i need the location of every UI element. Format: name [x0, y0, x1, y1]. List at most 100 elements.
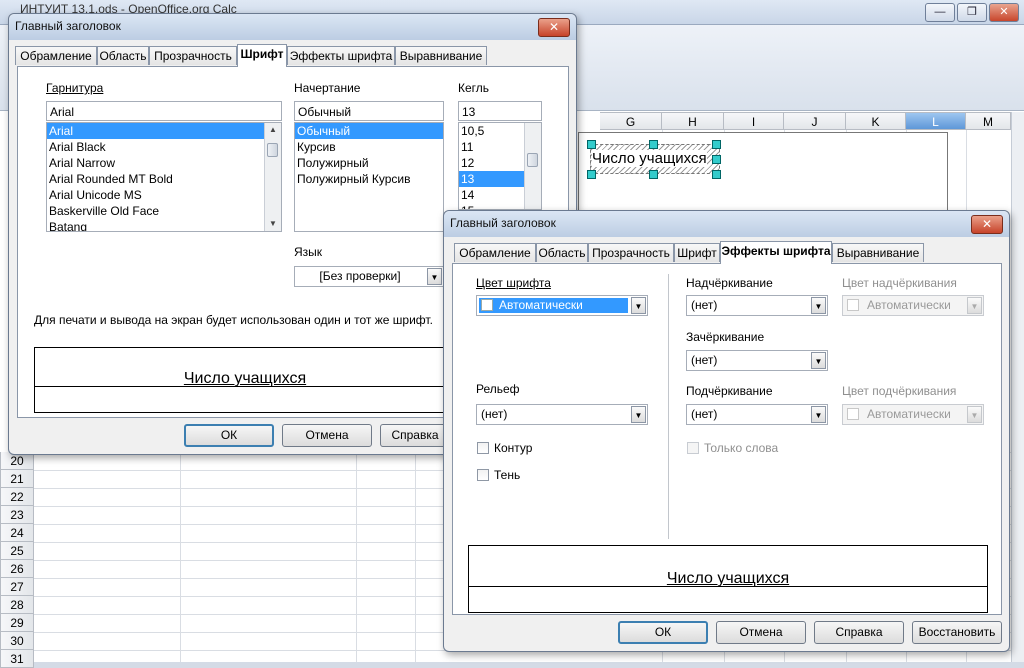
underline-label: Подчёркивание: [686, 384, 773, 398]
cancel-button[interactable]: Отмена: [716, 621, 806, 644]
list-item[interactable]: Baskerville Old Face: [47, 203, 281, 219]
row-header[interactable]: 25: [0, 542, 34, 560]
chart-title: Число учащихся: [592, 150, 707, 167]
family-list[interactable]: Arial Arial Black Arial Narrow Arial Rou…: [46, 122, 282, 232]
row-header[interactable]: 22: [0, 488, 34, 506]
list-item[interactable]: Arial Unicode MS: [47, 187, 281, 203]
chevron-down-icon[interactable]: ▼: [811, 352, 826, 369]
size-scrollbar[interactable]: [524, 123, 541, 209]
tab-transparency[interactable]: Прозрачность: [149, 46, 237, 65]
column-header[interactable]: H: [662, 112, 724, 130]
row-header[interactable]: 27: [0, 578, 34, 596]
list-item[interactable]: Полужирный: [295, 155, 443, 171]
column-header[interactable]: L: [906, 112, 966, 130]
list-item[interactable]: Полужирный Курсив: [295, 171, 443, 187]
column-header[interactable]: J: [784, 112, 846, 130]
tab-font[interactable]: Шрифт: [237, 44, 287, 67]
maximize-button[interactable]: ❐: [957, 3, 987, 22]
strike-select[interactable]: (нет) ▼: [686, 350, 828, 371]
tab-area[interactable]: Область: [536, 243, 588, 262]
relief-label: Рельеф: [476, 382, 520, 396]
row-header[interactable]: 29: [0, 614, 34, 632]
underline-color-select[interactable]: Автоматически ▼: [842, 404, 984, 425]
list-item[interactable]: Arial: [47, 123, 281, 139]
tab-alignment[interactable]: Выравнивание: [832, 243, 924, 262]
chevron-down-icon[interactable]: ▼: [967, 297, 982, 314]
row-header[interactable]: 26: [0, 560, 34, 578]
tab-font-effects[interactable]: Эффекты шрифта: [287, 46, 395, 65]
overline-color-select[interactable]: Автоматически ▼: [842, 295, 984, 316]
app-close-button[interactable]: ✕: [989, 3, 1019, 22]
help-button[interactable]: Справка: [380, 424, 450, 447]
column-header[interactable]: I: [724, 112, 784, 130]
column-header[interactable]: K: [846, 112, 906, 130]
row-header[interactable]: 28: [0, 596, 34, 614]
dialog-close-button[interactable]: ✕: [971, 215, 1003, 234]
language-select[interactable]: [Без проверки] ▼: [294, 266, 444, 287]
overline-value: (нет): [691, 298, 718, 312]
list-item[interactable]: Arial Rounded MT Bold: [47, 171, 281, 187]
row-header[interactable]: 21: [0, 470, 34, 488]
color-swatch-icon: [481, 299, 493, 311]
list-item[interactable]: Arial Narrow: [47, 155, 281, 171]
chevron-down-icon[interactable]: ▼: [967, 406, 982, 423]
family-scrollbar[interactable]: ▲ ▼: [264, 123, 281, 231]
minimize-button[interactable]: —: [925, 3, 955, 22]
size-input[interactable]: 13: [458, 101, 542, 121]
cancel-button[interactable]: Отмена: [282, 424, 372, 447]
help-button[interactable]: Справка: [814, 621, 904, 644]
style-label: Начертание: [294, 81, 361, 95]
relief-select[interactable]: (нет) ▼: [476, 404, 648, 425]
font-info-text: Для печати и вывода на экран будет испол…: [34, 313, 433, 327]
list-item[interactable]: Batang: [47, 219, 281, 231]
font-color-select[interactable]: Автоматически ▼: [476, 295, 648, 316]
ok-button[interactable]: ОК: [618, 621, 708, 644]
reset-button[interactable]: Восстановить: [912, 621, 1002, 644]
overline-select[interactable]: (нет) ▼: [686, 295, 828, 316]
font-preview: Число учащихся: [34, 347, 456, 413]
underline-select[interactable]: (нет) ▼: [686, 404, 828, 425]
language-label: Язык: [294, 245, 323, 259]
tab-font-effects[interactable]: Эффекты шрифта: [720, 241, 832, 264]
ok-button[interactable]: ОК: [184, 424, 274, 447]
column-header[interactable]: M: [966, 112, 1011, 130]
list-item[interactable]: Arial Black: [47, 139, 281, 155]
sheet-vertical-scrollbar[interactable]: [1011, 112, 1024, 662]
chevron-down-icon[interactable]: ▼: [811, 406, 826, 423]
language-value: [Без проверки]: [319, 269, 401, 283]
scroll-down-icon[interactable]: ▼: [265, 217, 281, 231]
tab-borders[interactable]: Обрамление: [454, 243, 536, 262]
size-list[interactable]: 10,5 11 12 13 14 15: [458, 122, 542, 210]
chevron-down-icon[interactable]: ▼: [631, 297, 646, 314]
row-header[interactable]: 30: [0, 632, 34, 650]
chevron-down-icon[interactable]: ▼: [811, 297, 826, 314]
dialog-close-button[interactable]: ✕: [538, 18, 570, 37]
dialog-title: Главный заголовок: [450, 216, 556, 230]
scroll-thumb[interactable]: [267, 143, 278, 157]
family-input[interactable]: Arial: [46, 101, 282, 121]
list-item[interactable]: 13: [459, 171, 525, 187]
color-swatch-icon: [847, 299, 859, 311]
style-list[interactable]: Обычный Курсив Полужирный Полужирный Кур…: [294, 122, 444, 232]
style-input[interactable]: Обычный: [294, 101, 444, 121]
column-header[interactable]: G: [600, 112, 662, 130]
row-header[interactable]: 31: [0, 650, 34, 668]
tab-borders[interactable]: Обрамление: [15, 46, 97, 65]
chevron-down-icon[interactable]: ▼: [631, 406, 646, 423]
row-header[interactable]: 23: [0, 506, 34, 524]
tab-alignment[interactable]: Выравнивание: [395, 46, 487, 65]
list-item[interactable]: Обычный: [295, 123, 443, 139]
underline-value: (нет): [691, 407, 718, 421]
row-header[interactable]: 24: [0, 524, 34, 542]
scroll-thumb[interactable]: [527, 153, 538, 167]
words-only-checkbox[interactable]: [687, 442, 699, 454]
tab-area[interactable]: Область: [97, 46, 149, 65]
tab-font[interactable]: Шрифт: [674, 243, 720, 262]
shadow-checkbox[interactable]: [477, 469, 489, 481]
scroll-up-icon[interactable]: ▲: [265, 123, 281, 137]
chevron-down-icon[interactable]: ▼: [427, 268, 442, 285]
tab-transparency[interactable]: Прозрачность: [588, 243, 674, 262]
strike-label: Зачёркивание: [686, 330, 765, 344]
list-item[interactable]: Курсив: [295, 139, 443, 155]
outline-checkbox[interactable]: [477, 442, 489, 454]
